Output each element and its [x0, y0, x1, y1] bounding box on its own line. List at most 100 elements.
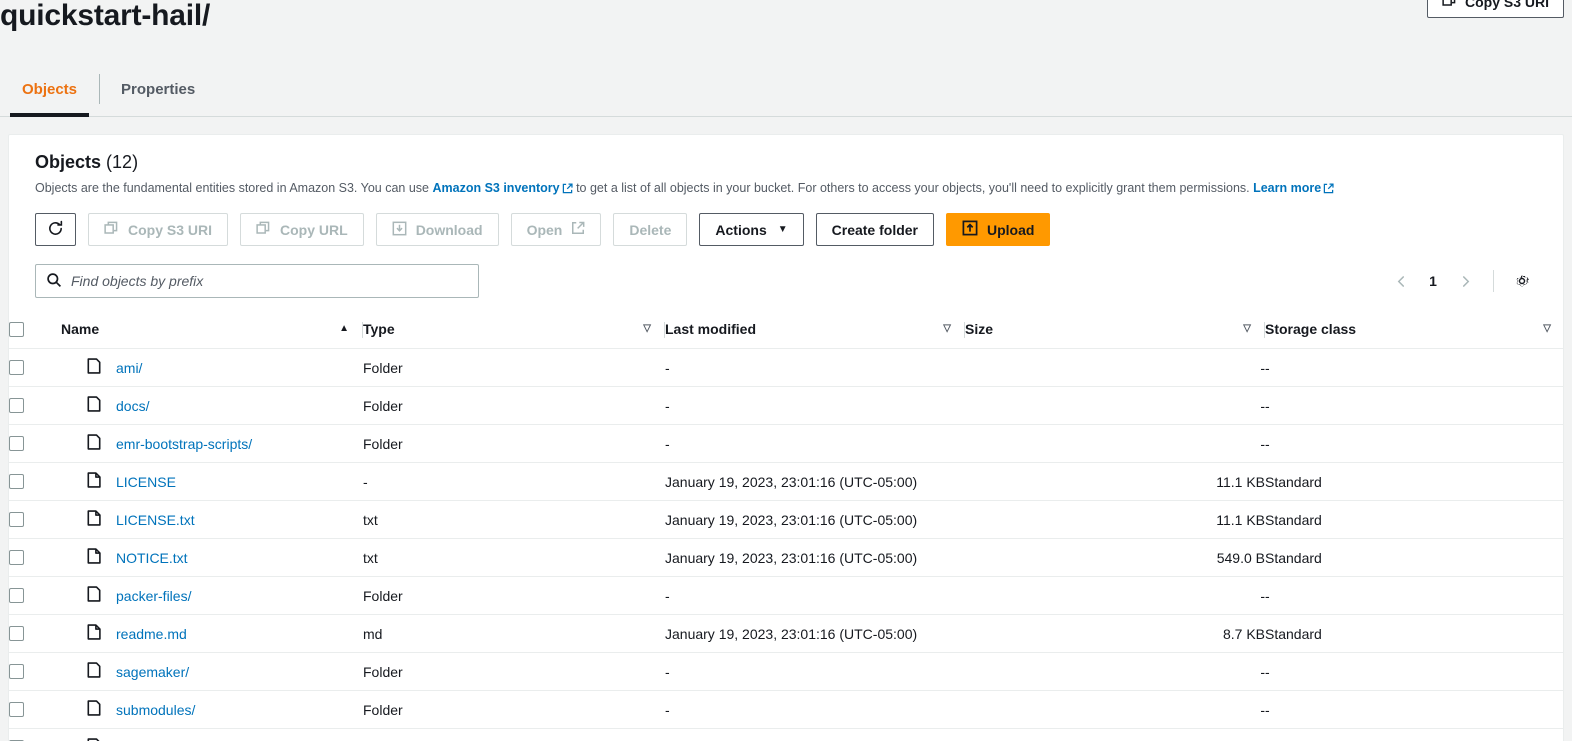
object-name-link[interactable]: readme.md	[116, 626, 187, 642]
tab-properties[interactable]: Properties	[99, 62, 217, 116]
download-button[interactable]: Download	[375, 213, 499, 246]
column-header-storage-class[interactable]: Storage class ▽	[1265, 312, 1563, 349]
actions-button[interactable]: Actions ▼	[699, 213, 804, 246]
refresh-icon	[47, 220, 64, 240]
row-checkbox[interactable]	[9, 626, 24, 641]
row-type-cell: Folder	[363, 690, 665, 729]
search-input[interactable]	[71, 273, 468, 289]
download-label: Download	[415, 221, 483, 238]
row-checkbox[interactable]	[9, 512, 24, 527]
object-name-link[interactable]: ami/	[116, 360, 142, 376]
pagination: 1	[1386, 266, 1537, 296]
copy-s3-uri-button[interactable]: Copy S3 URI	[88, 213, 229, 246]
refresh-button[interactable]	[35, 213, 76, 246]
row-name-cell: NOTICE.txt	[61, 538, 363, 577]
column-header-type[interactable]: Type ▽	[363, 312, 665, 349]
search-box[interactable]	[35, 264, 479, 298]
object-name-link[interactable]: NOTICE.txt	[116, 550, 188, 566]
folder-icon	[87, 586, 102, 605]
object-name-link[interactable]: LICENSE	[116, 474, 176, 490]
row-checkbox[interactable]	[9, 474, 24, 489]
row-name-cell: docs/	[61, 386, 363, 425]
row-size-cell: -	[965, 386, 1265, 425]
pagination-divider	[1493, 270, 1494, 292]
row-checkbox[interactable]	[9, 702, 24, 717]
upload-button[interactable]: Upload	[946, 213, 1051, 246]
row-type-cell: md	[363, 614, 665, 653]
row-select-cell	[9, 500, 61, 539]
download-icon	[392, 221, 407, 239]
objects-table-head: Name ▲ Type ▽ Last modified ▽ Size ▽ Sto…	[9, 312, 1563, 349]
column-header-last-modified[interactable]: Last modified ▽	[665, 312, 965, 349]
sort-icon-last-modified: ▽	[943, 323, 951, 334]
file-icon	[87, 624, 102, 643]
row-checkbox[interactable]	[9, 398, 24, 413]
column-header-name[interactable]: Name ▲	[61, 312, 363, 349]
file-icon	[87, 510, 102, 529]
row-checkbox[interactable]	[9, 664, 24, 679]
row-type-cell: txt	[363, 500, 665, 539]
row-size-cell: -	[965, 348, 1265, 387]
external-link-icon	[562, 182, 573, 198]
sort-icon-size: ▽	[1243, 323, 1251, 334]
folder-icon	[87, 396, 102, 415]
object-name-link[interactable]: docs/	[116, 398, 149, 414]
learn-more-link[interactable]: Learn more	[1253, 181, 1321, 195]
page-number[interactable]: 1	[1420, 273, 1446, 289]
column-header-name-label: Name	[61, 321, 100, 337]
object-name-link[interactable]: packer-files/	[116, 588, 191, 604]
row-last-modified-cell: -	[665, 576, 965, 615]
row-size-cell: 11.1 KB	[965, 462, 1265, 501]
amazon-s3-inventory-link[interactable]: Amazon S3 inventory	[432, 181, 559, 195]
row-last-modified-cell: -	[665, 348, 965, 387]
column-header-type-label: Type	[363, 321, 395, 337]
objects-count: (12)	[106, 152, 139, 172]
object-name-link[interactable]: submodules/	[116, 702, 195, 718]
object-name-link[interactable]: sagemaker/	[116, 664, 189, 680]
objects-description-part2: to get a list of all objects in your buc…	[572, 181, 1254, 195]
column-header-storage-class-label: Storage class	[1265, 321, 1357, 337]
row-type-cell: Folder	[363, 728, 665, 741]
tab-objects[interactable]: Objects	[0, 62, 99, 117]
row-select-cell	[9, 728, 61, 741]
row-storage-class-cell: Standard	[1265, 500, 1563, 539]
select-all-checkbox[interactable]	[9, 321, 24, 337]
create-folder-button[interactable]: Create folder	[815, 213, 934, 246]
tab-objects-label: Objects	[22, 80, 78, 98]
folder-icon	[87, 358, 102, 377]
row-checkbox[interactable]	[9, 436, 24, 451]
row-name-cell: sagemaker/	[61, 652, 363, 691]
select-all-header	[9, 312, 61, 349]
copy-s3-uri-header-label: Copy S3 URI	[1464, 0, 1549, 10]
sort-icon-type: ▽	[643, 323, 651, 334]
table-row: ami/Folder - - -	[9, 348, 1563, 387]
table-row: packer-files/Folder - - -	[9, 576, 1563, 615]
copy-url-button[interactable]: Copy URL	[240, 213, 364, 246]
objects-description-part1: Objects are the fundamental entities sto…	[35, 181, 433, 195]
column-header-size[interactable]: Size ▽	[965, 312, 1265, 349]
objects-table-body: ami/Folder - - - docs/Folder - - - emr-bootstrap…	[9, 348, 1563, 741]
table-row: emr-bootstrap-scripts/Folder - - -	[9, 424, 1563, 463]
prev-page-button[interactable]	[1386, 266, 1416, 296]
object-name-link[interactable]: emr-bootstrap-scripts/	[116, 436, 252, 452]
objects-heading: Objects (12)	[35, 151, 1537, 173]
row-checkbox[interactable]	[9, 588, 24, 603]
row-checkbox[interactable]	[9, 550, 24, 565]
gear-icon[interactable]	[1507, 266, 1537, 296]
column-header-last-modified-label: Last modified	[665, 321, 757, 337]
row-checkbox[interactable]	[9, 360, 24, 375]
folder-icon	[87, 434, 102, 453]
row-type-cell: Folder	[363, 576, 665, 615]
row-select-cell	[9, 424, 61, 463]
create-folder-label: Create folder	[831, 221, 918, 238]
delete-label: Delete	[629, 221, 672, 238]
row-type-cell: txt	[363, 538, 665, 577]
row-last-modified-cell: -	[665, 386, 965, 425]
row-storage-class-cell: -	[1265, 690, 1563, 729]
object-name-link[interactable]: LICENSE.txt	[116, 512, 195, 528]
open-button[interactable]: Open	[510, 213, 602, 246]
row-name-cell: packer-files/	[61, 576, 363, 615]
copy-s3-uri-header-button[interactable]: Copy S3 URI	[1426, 0, 1564, 18]
next-page-button[interactable]	[1450, 266, 1480, 296]
delete-button[interactable]: Delete	[613, 213, 688, 246]
